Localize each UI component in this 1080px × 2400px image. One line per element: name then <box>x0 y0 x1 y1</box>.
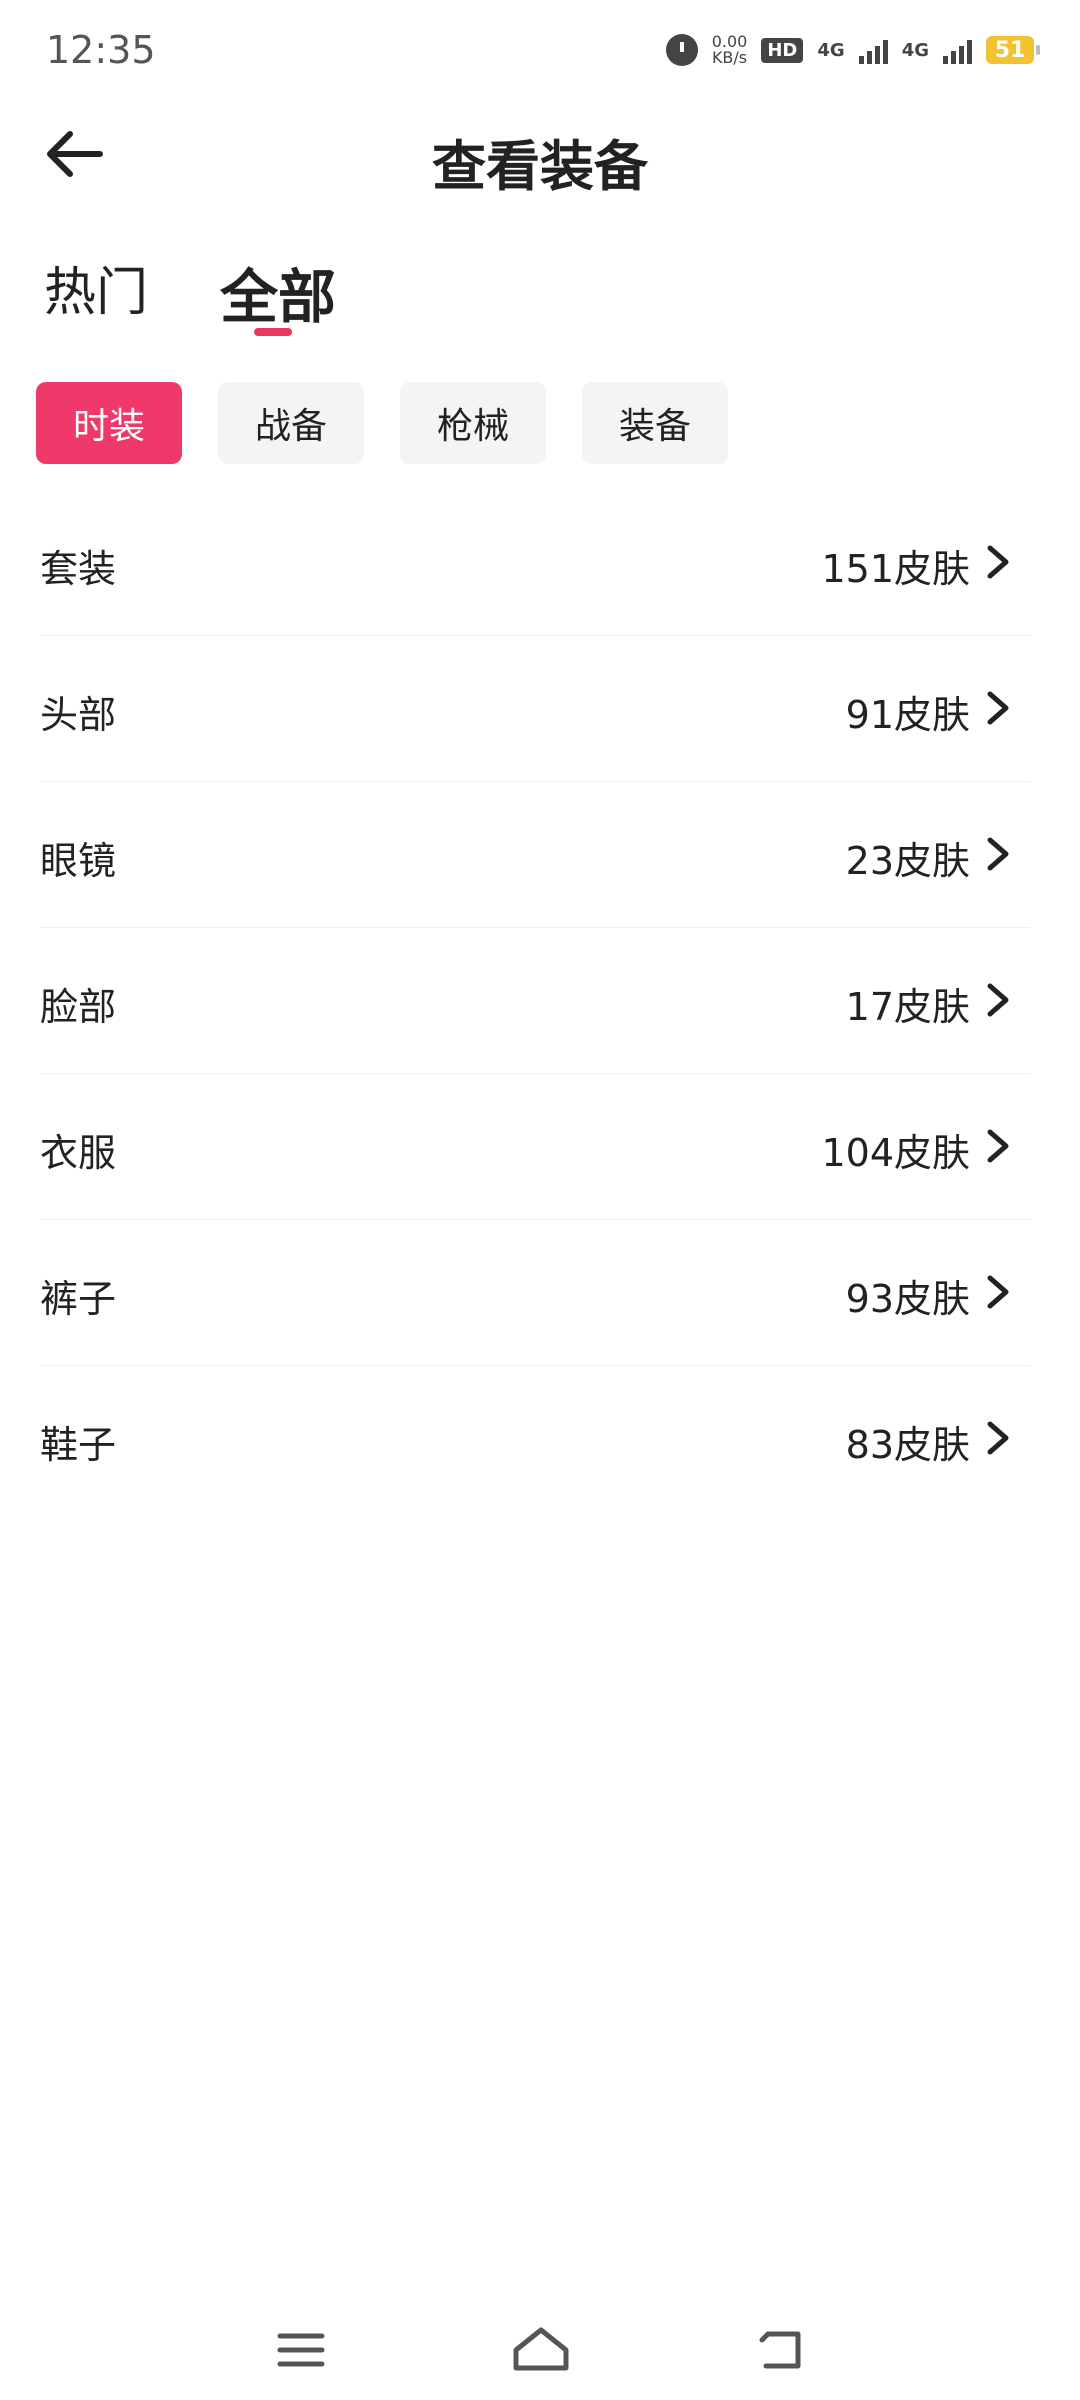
chevron-right-icon <box>987 1129 1009 1163</box>
status-bar: 12:35 0.00 KB/s HD 4G 4G 51 <box>0 0 1080 110</box>
tab-all[interactable]: 全部 <box>220 250 336 334</box>
active-tab-indicator <box>254 328 292 336</box>
list-item[interactable]: 脸部 17皮肤 <box>40 928 1030 1074</box>
status-icons: 0.00 KB/s HD 4G 4G 51 <box>665 34 1040 66</box>
list-item-name: 鞋子 <box>40 1423 117 1467</box>
chevron-right-icon <box>987 545 1009 579</box>
chevron-right-icon <box>987 983 1009 1017</box>
nav-back-button[interactable] <box>746 2320 816 2380</box>
battery-icon: 51 <box>986 36 1040 64</box>
nav-menu-button[interactable] <box>266 2320 336 2380</box>
list-item[interactable]: 眼镜 23皮肤 <box>40 782 1030 928</box>
network-type-1: 4G <box>817 39 845 61</box>
chevron-right-icon <box>987 1275 1009 1309</box>
chip-firearms[interactable]: 枪械 <box>400 382 546 464</box>
list-item[interactable]: 裤子 93皮肤 <box>40 1220 1030 1366</box>
speed-unit: KB/s <box>711 48 748 67</box>
list-item-name: 衣服 <box>40 1131 117 1175</box>
list-item-count: 23皮肤 <box>845 839 970 883</box>
chip-equipment[interactable]: 装备 <box>582 382 728 464</box>
list-item-name: 裤子 <box>40 1277 117 1321</box>
list-item[interactable]: 鞋子 83皮肤 <box>40 1366 1030 1511</box>
list-item-count: 104皮肤 <box>821 1131 970 1175</box>
list-item-name: 眼镜 <box>40 839 117 883</box>
header: 查看装备 <box>0 110 1080 200</box>
status-time: 12:35 <box>46 28 156 72</box>
system-nav-bar <box>0 2300 1080 2400</box>
list-item-name: 头部 <box>40 693 117 737</box>
list-item[interactable]: 头部 91皮肤 <box>40 636 1030 782</box>
top-tabs: 热门 全部 <box>0 240 1080 350</box>
category-chips: 时装 战备 枪械 装备 <box>36 382 728 464</box>
chip-battle-gear[interactable]: 战备 <box>218 382 364 464</box>
nav-home-button[interactable] <box>506 2320 576 2380</box>
skin-category-list: 套装 151皮肤 头部 91皮肤 眼镜 23皮肤 脸部 17皮肤 衣服 104皮… <box>40 490 1030 1511</box>
list-item[interactable]: 套装 151皮肤 <box>40 490 1030 636</box>
chip-fashion[interactable]: 时装 <box>36 382 182 464</box>
menu-icon <box>277 2333 325 2367</box>
list-item-count: 17皮肤 <box>845 985 970 1029</box>
network-type-2: 4G <box>901 39 929 61</box>
list-item-count: 93皮肤 <box>845 1277 970 1321</box>
alarm-icon <box>665 34 698 66</box>
chevron-right-icon <box>987 837 1009 871</box>
list-item-count: 151皮肤 <box>821 547 970 591</box>
home-icon <box>513 2327 569 2371</box>
signal-icon <box>858 36 888 64</box>
chevron-right-icon <box>987 691 1009 725</box>
signal-icon-2 <box>943 36 972 64</box>
chevron-right-icon <box>987 1421 1009 1455</box>
list-item-name: 套装 <box>40 547 117 591</box>
list-item-count: 91皮肤 <box>845 693 970 737</box>
network-speed: 0.00 KB/s <box>712 34 748 66</box>
list-item[interactable]: 衣服 104皮肤 <box>40 1074 1030 1220</box>
hd-icon: HD <box>761 37 804 63</box>
list-item-count: 83皮肤 <box>845 1423 970 1467</box>
page-title: 查看装备 <box>432 135 648 198</box>
back-icon <box>759 2331 801 2369</box>
list-item-name: 脸部 <box>40 985 117 1029</box>
tab-hot[interactable]: 热门 <box>44 250 148 325</box>
